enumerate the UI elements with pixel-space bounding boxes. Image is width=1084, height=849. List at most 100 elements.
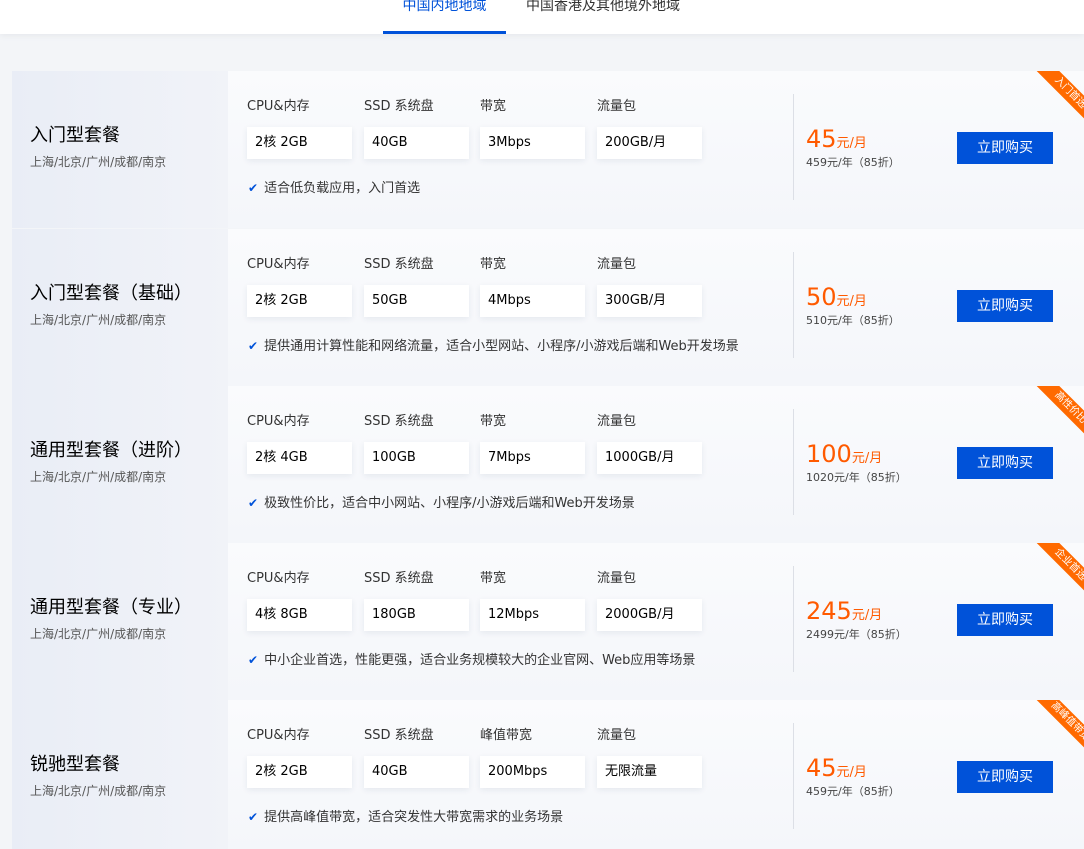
price-amount: 245 <box>806 597 852 625</box>
spec-label: CPU&内存 <box>247 571 310 586</box>
price-amount: 50 <box>806 283 837 311</box>
plan-ribbon: 企业首选 <box>1014 543 1084 613</box>
tab-mainland-china[interactable]: 中国内地地域 <box>383 0 506 34</box>
tab-hongkong-overseas[interactable]: 中国香港及其他境外地域 <box>516 0 690 34</box>
spec-value: 1000GB/月 <box>597 442 702 474</box>
spec-label: 峰值带宽 <box>480 728 533 743</box>
spec-label: CPU&内存 <box>247 414 310 429</box>
plan-name: 入门型套餐（基础） <box>30 283 192 304</box>
divider <box>793 566 794 672</box>
price-amount: 45 <box>806 754 837 782</box>
ribbon-label: 高性价比 <box>1028 386 1084 450</box>
plan-ribbon: 高峰值带宽 <box>1014 700 1084 770</box>
spec-value: 180GB <box>364 599 469 631</box>
plan-details: CPU&内存 2核 2GB SSD 系统盘 40GB 峰值带宽 200Mbps … <box>228 700 1084 849</box>
plan-region: 上海/北京/广州/成都/南京 <box>30 313 167 327</box>
ribbon-label: 企业首选 <box>1028 543 1084 607</box>
check-icon: ✔ <box>248 181 259 195</box>
price-yearly: 1020元/年（85折） <box>806 471 907 484</box>
spec-value: 300GB/月 <box>597 285 702 317</box>
spec-label: SSD 系统盘 <box>364 257 434 272</box>
plan-description-text: 极致性价比，适合中小网站、小程序/小游戏后端和Web开发场景 <box>264 496 635 511</box>
spec-label: SSD 系统盘 <box>364 571 434 586</box>
plan-details: CPU&内存 2核 4GB SSD 系统盘 100GB 带宽 7Mbps 流量包… <box>228 386 1084 543</box>
spec-label: 带宽 <box>480 99 507 114</box>
spec-item: CPU&内存 2核 4GB <box>247 412 352 474</box>
plan-name: 通用型套餐（专业） <box>30 597 192 618</box>
plan-region: 上海/北京/广州/成都/南京 <box>30 627 167 641</box>
plan-info: 通用型套餐（进阶） 上海/北京/广州/成都/南京 <box>12 386 228 543</box>
spec-item: 流量包 200GB/月 <box>597 97 702 159</box>
price-unit: 元/月 <box>836 136 867 151</box>
spec-item: SSD 系统盘 180GB <box>364 569 469 631</box>
spec-value: 100GB <box>364 442 469 474</box>
spec-item: 流量包 无限流量 <box>597 726 702 788</box>
plan-region: 上海/北京/广州/成都/南京 <box>30 155 167 169</box>
plan-description: ✔ 提供高峰值带宽，适合突发性大带宽需求的业务场景 <box>248 808 563 827</box>
check-icon: ✔ <box>248 496 259 510</box>
spec-item: 带宽 7Mbps <box>480 412 585 474</box>
plan-info: 通用型套餐（专业） 上海/北京/广州/成都/南京 <box>12 543 228 700</box>
plan-region: 上海/北京/广州/成都/南京 <box>30 784 167 798</box>
divider <box>793 94 794 200</box>
spec-label: CPU&内存 <box>247 257 310 272</box>
plan-info: 入门型套餐 上海/北京/广州/成都/南京 <box>12 71 228 228</box>
price-amount: 100 <box>806 440 852 468</box>
plan-card: 入门型套餐 上海/北京/广州/成都/南京 CPU&内存 2核 2GB SSD 系… <box>12 71 1084 228</box>
spec-value: 7Mbps <box>480 442 585 474</box>
spec-item: SSD 系统盘 40GB <box>364 97 469 159</box>
price-unit: 元/月 <box>851 608 883 623</box>
ribbon-label: 高峰值带宽 <box>1028 700 1084 764</box>
plan-description-text: 中小企业首选，性能更强，适合业务规模较大的企业官网、Web应用等场景 <box>264 653 696 668</box>
plan-info: 锐驰型套餐 上海/北京/广州/成都/南京 <box>12 700 228 849</box>
plan-name: 入门型套餐 <box>30 125 120 146</box>
price-yearly: 2499元/年（85折） <box>806 628 907 641</box>
check-icon: ✔ <box>248 810 259 824</box>
spec-item: CPU&内存 2核 2GB <box>247 255 352 317</box>
plan-description: ✔ 适合低负载应用，入门首选 <box>248 179 420 198</box>
plan-description: ✔ 中小企业首选，性能更强，适合业务规模较大的企业官网、Web应用等场景 <box>248 651 695 670</box>
plan-price: 245元/月 2499元/年（85折） <box>806 596 907 643</box>
spec-label: CPU&内存 <box>247 728 310 743</box>
spec-value: 2核 4GB <box>247 442 352 474</box>
spec-value: 2核 2GB <box>247 285 352 317</box>
plan-ribbon: 入门首选 <box>1014 71 1084 141</box>
spec-item: 带宽 4Mbps <box>480 255 585 317</box>
plan-description: ✔ 提供通用计算性能和网络流量，适合小型网站、小程序/小游戏后端和Web开发场景 <box>248 337 739 356</box>
spec-item: SSD 系统盘 50GB <box>364 255 469 317</box>
spec-item: 流量包 1000GB/月 <box>597 412 702 474</box>
spec-label: SSD 系统盘 <box>364 728 434 743</box>
spec-label: 流量包 <box>597 99 637 114</box>
price-yearly: 459元/年（85折） <box>806 156 900 169</box>
plan-region: 上海/北京/广州/成都/南京 <box>30 470 167 484</box>
price-unit: 元/月 <box>836 765 867 780</box>
check-icon: ✔ <box>248 653 259 667</box>
plan-details: CPU&内存 4核 8GB SSD 系统盘 180GB 带宽 12Mbps 流量… <box>228 543 1084 700</box>
spec-label: SSD 系统盘 <box>364 99 434 114</box>
price-yearly: 510元/年（85折） <box>806 314 900 327</box>
spec-item: CPU&内存 2核 2GB <box>247 97 352 159</box>
buy-now-button[interactable]: 立即购买 <box>957 290 1053 322</box>
spec-item: 带宽 12Mbps <box>480 569 585 631</box>
plan-description-text: 提供高峰值带宽，适合突发性大带宽需求的业务场景 <box>264 810 564 825</box>
plan-name: 锐驰型套餐 <box>30 754 120 775</box>
price-unit: 元/月 <box>836 294 867 309</box>
region-tab-bar: 中国内地地域 中国香港及其他境外地域 <box>0 0 1084 34</box>
spec-label: 流量包 <box>597 728 637 743</box>
plan-details: CPU&内存 2核 2GB SSD 系统盘 50GB 带宽 4Mbps 流量包 … <box>228 229 1084 386</box>
ribbon-label: 入门首选 <box>1028 71 1084 135</box>
plan-name: 通用型套餐（进阶） <box>30 440 192 461</box>
plan-card: 通用型套餐（进阶） 上海/北京/广州/成都/南京 CPU&内存 2核 4GB S… <box>12 386 1084 543</box>
plan-card: 锐驰型套餐 上海/北京/广州/成都/南京 CPU&内存 2核 2GB SSD 系… <box>12 700 1084 849</box>
spec-item: SSD 系统盘 100GB <box>364 412 469 474</box>
price-amount: 45 <box>806 125 837 153</box>
plan-price: 100元/月 1020元/年（85折） <box>806 439 907 486</box>
price-yearly: 459元/年（85折） <box>806 785 900 798</box>
plan-description: ✔ 极致性价比，适合中小网站、小程序/小游戏后端和Web开发场景 <box>248 494 635 513</box>
plan-price: 50元/月 510元/年（85折） <box>806 282 900 329</box>
spec-value: 3Mbps <box>480 127 585 159</box>
spec-value: 2核 2GB <box>247 127 352 159</box>
divider <box>793 252 794 358</box>
spec-value: 2核 2GB <box>247 756 352 788</box>
spec-label: 流量包 <box>597 414 637 429</box>
